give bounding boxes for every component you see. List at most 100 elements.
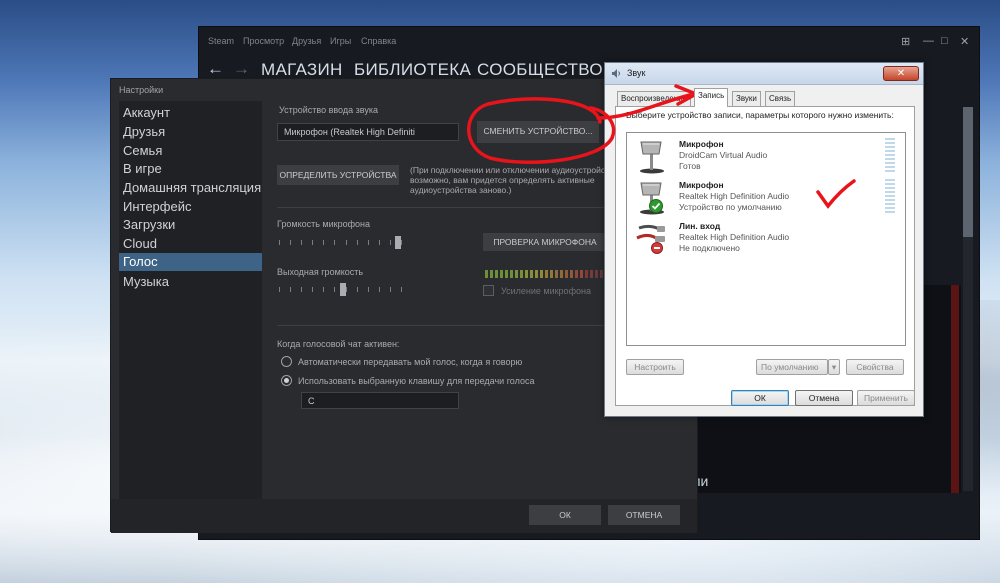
- meter-segment: [500, 270, 503, 278]
- meter-segment: [515, 270, 518, 278]
- sidebar-item-voice[interactable]: Голос: [119, 253, 262, 271]
- detect-note-line1: (При подключении или отключении аудиоуст…: [410, 165, 614, 175]
- radio-auto-transmit[interactable]: [281, 356, 292, 367]
- menu-view[interactable]: Просмотр: [243, 36, 284, 46]
- slider-tick: [334, 240, 335, 245]
- sound-cancel-button[interactable]: Отмена: [795, 390, 853, 406]
- settings-cancel-button[interactable]: ОТМЕНА: [608, 505, 680, 525]
- sidebar-item-family[interactable]: Семья: [123, 143, 162, 158]
- slider-tick: [323, 240, 324, 245]
- menu-games[interactable]: Игры: [330, 36, 351, 46]
- meter-segment: [590, 270, 593, 278]
- slider-tick: [368, 240, 369, 245]
- recording-instruction: Выберите устройство записи, параметры ко…: [626, 110, 894, 120]
- close-icon[interactable]: ✕: [883, 66, 919, 81]
- set-default-button[interactable]: По умолчанию: [756, 359, 828, 375]
- slider-tick: [346, 287, 347, 292]
- mic-volume-slider-knob[interactable]: [395, 236, 401, 249]
- sound-apply-button[interactable]: Применить: [857, 390, 915, 406]
- list-item[interactable]: Лин. вход Realtek High Definition Audio …: [627, 218, 905, 258]
- meter-segment: [580, 270, 583, 278]
- mic-boost-label: Усиление микрофона: [501, 286, 591, 296]
- meter-segment: [520, 270, 523, 278]
- sidebar-item-friends[interactable]: Друзья: [123, 124, 165, 139]
- sound-ok-button[interactable]: ОК: [731, 390, 789, 406]
- slider-tick: [334, 287, 335, 292]
- input-device-label: Устройство ввода звука: [279, 105, 378, 115]
- settings-footer: ОК ОТМЕНА: [111, 499, 697, 533]
- slider-tick: [301, 287, 302, 292]
- device-name: Лин. вход: [679, 221, 721, 231]
- list-item[interactable]: Микрофон Realtek High Definition Audio У…: [627, 177, 905, 217]
- sidebar-item-home-streaming[interactable]: Домашняя трансляция: [123, 180, 261, 195]
- meter-segment: [485, 270, 488, 278]
- slider-tick: [390, 240, 391, 245]
- speaker-icon: [612, 69, 620, 78]
- tab-sounds[interactable]: Звуки: [732, 91, 761, 106]
- meter-segment: [575, 270, 578, 278]
- input-device-field[interactable]: Микрофон (Realtek High Definiti: [277, 123, 459, 141]
- meter-segment: [560, 270, 563, 278]
- output-volume-slider[interactable]: [279, 283, 407, 297]
- minimize-icon[interactable]: —: [923, 35, 934, 47]
- mic-volume-label: Громкость микрофона: [277, 219, 370, 229]
- mic-level-meter: [485, 265, 605, 278]
- store-scrollbar-thumb[interactable]: [963, 107, 973, 237]
- sidebar-item-in-game[interactable]: В игре: [123, 161, 162, 176]
- device-driver: DroidCam Virtual Audio: [679, 150, 768, 160]
- settings-title: Настройки: [119, 85, 164, 95]
- nav-library[interactable]: БИБЛИОТЕКА: [354, 60, 471, 80]
- nav-store[interactable]: МАГАЗИН: [261, 60, 343, 80]
- meter-segment: [550, 270, 553, 278]
- menu-help[interactable]: Справка: [361, 36, 396, 46]
- meter-segment: [540, 270, 543, 278]
- detect-devices-button[interactable]: ОПРЕДЕЛИТЬ УСТРОЙСТВА: [277, 165, 399, 185]
- maximize-icon[interactable]: □: [941, 35, 948, 47]
- meter-segment: [495, 270, 498, 278]
- close-icon[interactable]: ✕: [960, 35, 969, 48]
- nav-community[interactable]: СООБЩЕСТВО: [477, 60, 603, 80]
- meter-segment: [535, 270, 538, 278]
- slider-tick: [401, 287, 402, 292]
- slider-tick: [357, 287, 358, 292]
- sidebar-item-cloud[interactable]: Cloud: [123, 236, 157, 251]
- change-device-button[interactable]: СМЕНИТЬ УСТРОЙСТВО...: [477, 121, 599, 143]
- properties-button[interactable]: Свойства: [846, 359, 904, 375]
- meter-segment: [510, 270, 513, 278]
- configure-button[interactable]: Настроить: [626, 359, 684, 375]
- back-arrow-icon[interactable]: ←: [207, 59, 224, 79]
- device-name: Микрофон: [679, 139, 724, 149]
- microphone-icon: [640, 141, 664, 174]
- radio-push-to-talk[interactable]: [281, 375, 292, 386]
- slider-tick: [323, 287, 324, 292]
- sidebar-item-account[interactable]: Аккаунт: [123, 105, 170, 120]
- voice-active-label: Когда голосовой чат активен:: [277, 339, 400, 349]
- meter-segment: [585, 270, 588, 278]
- slider-tick: [279, 240, 280, 245]
- sidebar-item-music[interactable]: Музыка: [123, 274, 169, 289]
- gamepad-icon[interactable]: ⊞: [901, 35, 910, 48]
- meter-segment: [555, 270, 558, 278]
- meter-segment: [525, 270, 528, 278]
- not-connected-icon: [651, 242, 663, 254]
- slider-tick: [301, 240, 302, 245]
- mic-volume-slider[interactable]: [279, 236, 407, 250]
- chevron-down-icon[interactable]: ▾: [828, 359, 840, 375]
- menu-friends[interactable]: Друзья: [292, 36, 321, 46]
- test-mic-button[interactable]: ПРОВЕРКА МИКРОФОНА: [483, 233, 607, 251]
- meter-segment: [545, 270, 548, 278]
- push-to-talk-key-field[interactable]: C: [301, 392, 459, 409]
- forward-arrow-icon[interactable]: →: [233, 59, 250, 79]
- tab-playback[interactable]: Воспроизведение: [617, 91, 692, 106]
- slider-tick: [401, 240, 402, 245]
- menu-steam[interactable]: Steam: [208, 36, 234, 46]
- tab-recording[interactable]: Запись: [694, 88, 729, 107]
- detect-note-line3: аудиоустройства заново.): [410, 185, 512, 195]
- sidebar-item-downloads[interactable]: Загрузки: [123, 217, 175, 232]
- list-item[interactable]: Микрофон DroidCam Virtual Audio Готов: [627, 136, 905, 176]
- tab-communications[interactable]: Связь: [765, 91, 796, 106]
- mic-boost-checkbox[interactable]: [483, 285, 494, 296]
- output-volume-slider-knob[interactable]: [340, 283, 346, 296]
- sidebar-item-interface[interactable]: Интерфейс: [123, 199, 191, 214]
- settings-ok-button[interactable]: ОК: [529, 505, 601, 525]
